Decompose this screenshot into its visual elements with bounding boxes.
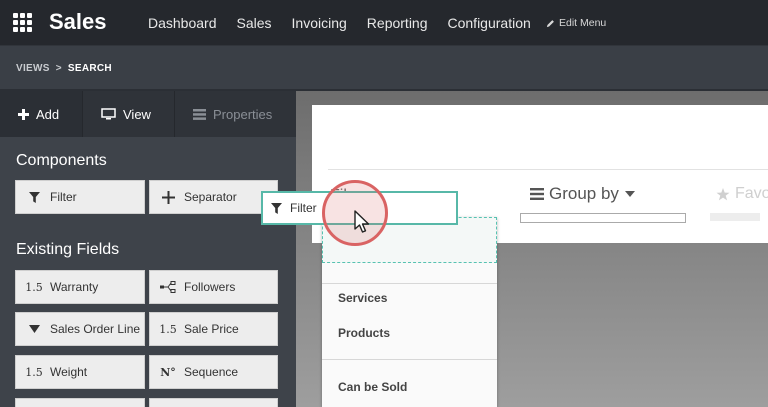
field-sales-order-line-label: Sales Order Line [50,322,141,336]
properties-icon [193,108,206,120]
component-filter-label: Filter [50,190,77,204]
group-by-label: Group by [549,184,619,203]
component-separator-label: Separator [184,190,237,204]
app-title: Sales [49,9,107,34]
tab-add[interactable]: Add [0,91,82,137]
filter-item-products[interactable]: Products [338,326,390,340]
plus-icon [18,108,29,120]
sidebar-tabs: Add View Properties [0,91,296,137]
main-menu: Dashboard Sales Invoicing Reporting Conf… [148,15,551,31]
group-by-menu[interactable]: Group by [530,184,640,204]
favorites-label: Favo [735,185,768,202]
star-icon [716,187,730,200]
field-weight-button[interactable]: 1.5 Weight [15,355,145,389]
top-navbar: Sales Dashboard Sales Invoicing Reportin… [0,0,768,45]
caret-down-icon [26,325,42,333]
breadcrumb-separator: > [55,63,62,74]
dragged-filter-label: Filter [290,201,317,215]
menu-configuration[interactable]: Configuration [448,15,531,31]
tab-properties[interactable]: Properties [174,91,296,137]
filters-dropdown: Services Products Can be Sold [322,217,497,407]
group-by-drop-area [520,213,686,223]
menu-dashboard[interactable]: Dashboard [148,15,217,31]
component-filter-button[interactable]: Filter [15,180,145,214]
favorites-menu[interactable]: Favo [716,185,768,203]
float-field-icon: 1.5 [25,365,43,379]
field-button-partial[interactable] [149,398,278,407]
field-followers-label: Followers [184,280,236,294]
edit-menu-link[interactable]: Edit Menu [546,17,606,29]
float-field-icon: 1.5 [159,322,177,336]
view-canvas: Fil Group by Favo Services Products Can … [296,91,768,407]
existing-fields-title: Existing Fields [16,241,120,258]
float-field-icon: 1.5 [25,280,43,294]
funnel-icon [271,202,282,214]
monitor-icon [101,108,116,120]
menu-invoicing[interactable]: Invoicing [292,15,347,31]
tab-properties-label: Properties [213,106,273,122]
favorites-drop-area [710,213,760,221]
field-sequence-button[interactable]: N° Sequence [149,355,278,389]
field-warranty-button[interactable]: 1.5 Warranty [15,270,145,304]
dropdown-divider [322,359,497,360]
filter-item-can-be-sold[interactable]: Can be Sold [338,380,407,394]
field-button-partial[interactable] [15,398,145,407]
list-icon [530,188,544,200]
menu-sales[interactable]: Sales [237,15,272,31]
breadcrumb-search: SEARCH [67,63,112,74]
separator-icon [160,190,176,204]
field-sales-order-line-button[interactable]: Sales Order Line [15,312,145,346]
field-sequence-label: Sequence [184,365,239,379]
menu-reporting[interactable]: Reporting [367,15,428,31]
field-followers-button[interactable]: Followers [149,270,278,304]
tab-view[interactable]: View [82,91,174,137]
divider [328,169,768,170]
breadcrumb-bar: VIEWS > SEARCH [0,45,768,89]
apps-grid-icon[interactable] [13,13,32,32]
dropdown-divider [322,283,497,284]
pencil-icon [546,19,554,27]
components-title: Components [16,152,107,169]
relation-icon [160,281,176,293]
tab-view-label: View [123,106,151,122]
field-warranty-label: Warranty [50,280,99,294]
mouse-cursor-icon [354,210,370,233]
integer-field-icon: N° [160,365,176,379]
component-separator-button[interactable]: Separator [149,180,278,214]
funnel-icon [26,191,42,203]
field-weight-label: Weight [50,365,88,379]
editor-sidebar: Add View Properties Components Filter Se… [0,91,296,407]
field-sale-price-label: Sale Price [184,322,239,336]
tab-add-label: Add [36,106,60,122]
field-sale-price-button[interactable]: 1.5 Sale Price [149,312,278,346]
breadcrumb: VIEWS > SEARCH [16,63,112,74]
edit-menu-label: Edit Menu [559,17,607,29]
breadcrumb-views[interactable]: VIEWS [16,63,50,74]
filter-item-services[interactable]: Services [338,291,387,305]
caret-down-icon [624,191,635,197]
